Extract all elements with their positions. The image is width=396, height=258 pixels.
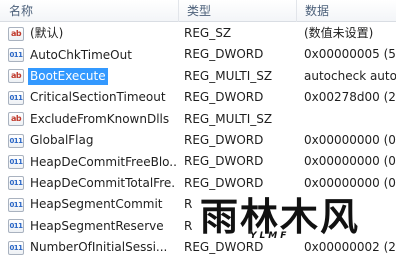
value-type-cell: REG_DWORD <box>184 90 264 105</box>
value-name-cell: 011 HeapSegmentCommit <box>8 194 176 215</box>
value-data-cell: autocheck autoc <box>304 68 396 83</box>
binary-value-icon: 011 <box>8 240 24 255</box>
registry-value-row[interactable]: 011 GlobalFlag REG_DWORD 0x00000000 (0) <box>0 130 396 151</box>
value-name: HeapSegmentCommit <box>30 197 163 212</box>
value-type-cell: REG_MULTI_SZ <box>184 68 273 83</box>
registry-value-row[interactable]: 011 HeapDeCommitFreeBlo... REG_DWORD 0x0000… <box>0 151 396 172</box>
value-type-cell: REG_MULTI_SZ <box>184 111 273 126</box>
value-name: GlobalFlag <box>30 133 94 148</box>
value-name-cell: 011 HeapDeCommitTotalFre... <box>8 173 176 194</box>
value-name: NumberOfInitialSessi... <box>30 240 168 255</box>
string-value-icon: ab <box>8 26 24 41</box>
binary-value-icon: 011 <box>8 197 24 212</box>
column-header-data[interactable]: 数据 <box>296 0 396 22</box>
value-type-cell: REG_DWORD <box>184 154 264 169</box>
value-name-cell: 011 HeapSegmentReserve <box>8 216 176 237</box>
binary-value-icon: 011 <box>8 155 24 170</box>
value-name: HeapDeCommitTotalFre... <box>30 175 176 190</box>
value-name-cell: 011 GlobalFlag <box>8 130 176 151</box>
value-data-cell: 0x00000000 (0) <box>304 154 396 169</box>
watermark-subtext: YLMF <box>250 231 290 241</box>
binary-value-icon: 011 <box>8 176 24 191</box>
binary-value-icon: 011 <box>8 48 24 63</box>
column-header-name[interactable]: 名称 <box>0 0 178 22</box>
value-name: AutoChkTimeOut <box>30 47 132 62</box>
value-name-cell: ab ExcludeFromKnownDlls <box>8 109 176 130</box>
value-name: ExcludeFromKnownDlls <box>30 111 170 126</box>
value-name-cell: 011 HeapDeCommitFreeBlo... <box>8 151 176 172</box>
value-data-cell: 0x00000005 (5) <box>304 47 396 62</box>
registry-value-row[interactable]: ab BootExecute REG_MULTI_SZ autocheck autoc <box>0 66 396 87</box>
value-name-cell: 011 AutoChkTimeOut <box>8 44 176 65</box>
value-type-cell: REG_DWORD <box>184 132 264 147</box>
binary-value-icon: 011 <box>8 133 24 148</box>
value-name: HeapSegmentReserve <box>30 218 164 233</box>
value-type-cell: REG_DWORD <box>184 47 264 62</box>
binary-value-icon: 011 <box>8 90 24 105</box>
value-name: (默认) <box>30 26 64 41</box>
value-name: BootExecute <box>28 67 108 85</box>
string-value-icon: ab <box>8 69 24 84</box>
string-value-icon: ab <box>8 112 24 127</box>
value-type-cell: REG_SZ <box>184 26 232 40</box>
registry-value-row[interactable]: ab ExcludeFromKnownDlls REG_MULTI_SZ <box>0 109 396 130</box>
binary-value-icon: 011 <box>8 219 24 234</box>
value-name-cell: ab (默认) <box>8 23 176 44</box>
ylmf-watermark-logo: 雨林木风 YLMF <box>192 184 396 245</box>
value-data-cell: (数值未设置) <box>304 26 374 40</box>
value-name-cell: 011 CriticalSectionTimeout <box>8 87 176 108</box>
column-header-type[interactable]: 类型 <box>178 0 296 22</box>
value-data-cell: 0x00278d00 (25 <box>304 90 396 105</box>
registry-value-row[interactable]: 011 AutoChkTimeOut REG_DWORD 0x00000005 (5) <box>0 44 396 65</box>
value-name: CriticalSectionTimeout <box>30 90 166 105</box>
value-name-cell: 011 NumberOfInitialSessi... <box>8 237 176 258</box>
value-data-cell: 0x00000000 (0) <box>304 132 396 147</box>
registry-value-row[interactable]: ab (默认) REG_SZ (数值未设置) <box>0 23 396 44</box>
value-name-cell: ab BootExecute <box>8 66 176 87</box>
registry-value-row[interactable]: 011 CriticalSectionTimeout REG_DWORD 0x0027… <box>0 87 396 108</box>
value-name: HeapDeCommitFreeBlo... <box>30 154 176 169</box>
column-header: 名称 类型 数据 <box>0 0 396 22</box>
value-data-cell <box>304 109 396 130</box>
